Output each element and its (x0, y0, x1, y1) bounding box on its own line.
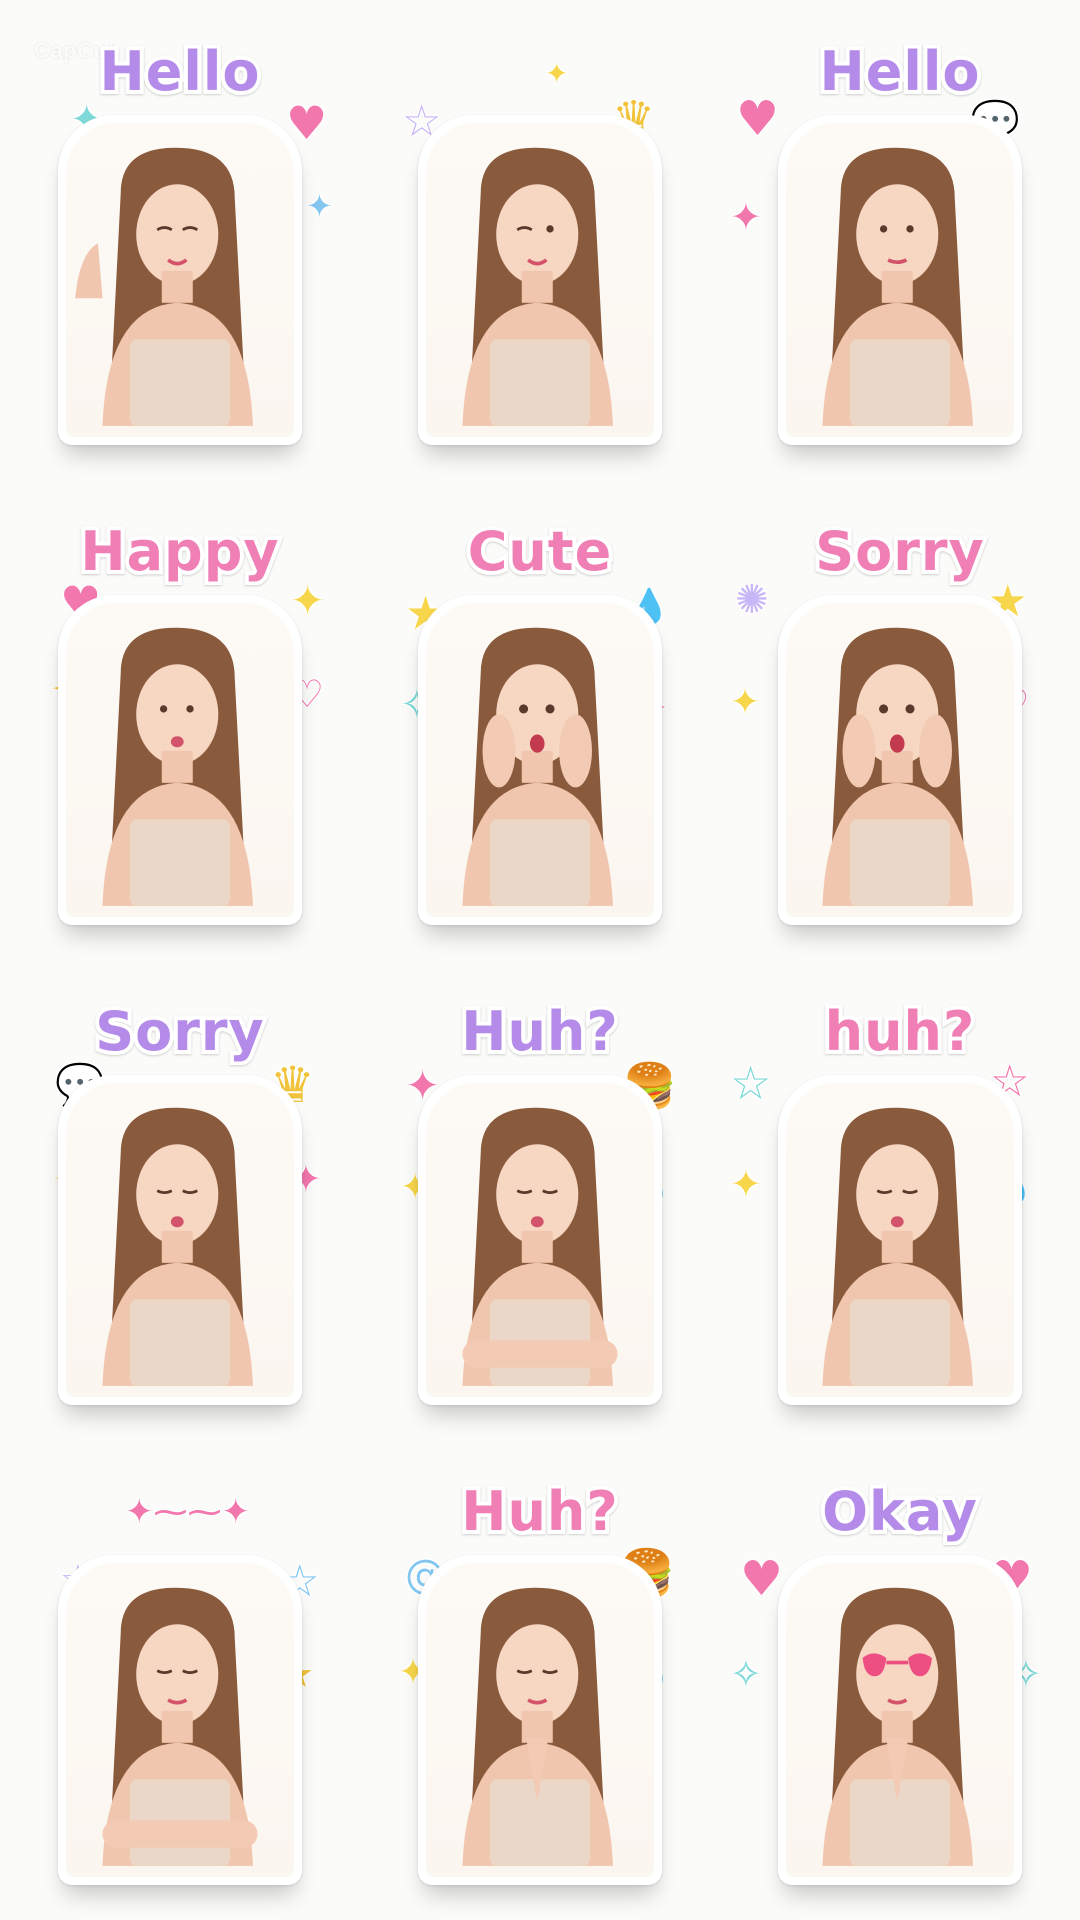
girl-portrait (462, 1587, 613, 1866)
sparkle-icon: ✧ (730, 1652, 762, 1696)
sticker-cell[interactable]: Sorry ✺ ★ ✦ ♡ (720, 480, 1080, 960)
burst-icon: ✺ (735, 577, 769, 623)
sticker-photo (786, 1083, 1014, 1397)
sticker-caption: Huh? (457, 996, 621, 1067)
sticker-card (58, 595, 302, 925)
girl-portrait (102, 627, 253, 906)
sticker-grid: Hello ✦ ♥ ✦ ☆ ✦ ♛ ✧ (0, 0, 1080, 1920)
sparkle-icon: ✦ (730, 1162, 762, 1206)
girl-portrait (822, 1107, 973, 1386)
sparkle-icon: ✦ (730, 195, 762, 239)
sticker-card (58, 1075, 302, 1405)
sticker-photo (786, 603, 1014, 917)
sticker-cell[interactable]: Hello ✦ ♥ ✦ (0, 0, 360, 480)
girl-portrait (822, 147, 973, 426)
heart-icon: ♥ (740, 1551, 784, 1607)
sticker-photo (66, 603, 294, 917)
sticker-photo (66, 1083, 294, 1397)
sticker-card (778, 595, 1022, 925)
sticker-caption: Okay (818, 1476, 981, 1547)
sticker-card (418, 1555, 662, 1885)
sticker-caption: Huh? (457, 1476, 621, 1547)
girl-portrait (102, 1587, 258, 1866)
sticker-card (778, 115, 1022, 445)
sticker-card (418, 595, 662, 925)
girl-portrait (102, 1107, 253, 1386)
girl-portrait (75, 147, 253, 426)
sparkle-line-icon: ✦⁓⁓✦ (125, 1492, 250, 1532)
sticker-cell[interactable]: Hello ♥ 💬 ✦ ★ (720, 0, 1080, 480)
sticker-caption: huh? (821, 996, 979, 1067)
sticker-caption: Sorry (811, 516, 987, 587)
sparkle-icon: ✦ (306, 187, 333, 225)
star-icon: ☆ (730, 1056, 772, 1110)
sticker-cell[interactable]: ✦⁓⁓✦ ☆ ☆ ★ (0, 1440, 360, 1920)
sticker-card (778, 1075, 1022, 1405)
sticker-cell[interactable]: Sorry 💬 ♛ ✦ ✦ (0, 960, 360, 1440)
sparkle-icon: ✦ (290, 576, 326, 625)
girl-portrait (462, 627, 613, 906)
sticker-caption: Sorry (91, 996, 267, 1067)
sticker-cell[interactable]: Huh? @ 🍔 ✦ 💧 (360, 1440, 720, 1920)
sticker-cell[interactable]: Cute ★ 💧 ✧ ☆ (360, 480, 720, 960)
sparkle-icon: ✦ (545, 57, 569, 90)
girl-portrait (822, 627, 973, 906)
sticker-photo (426, 1083, 654, 1397)
sticker-photo (786, 123, 1014, 437)
sticker-card (778, 1555, 1022, 1885)
sticker-caption: Hello (96, 36, 264, 107)
sticker-photo (426, 123, 654, 437)
sparkle-icon: ✦ (730, 682, 761, 723)
heart-icon: ♥ (736, 91, 780, 147)
sticker-photo (66, 123, 294, 437)
sticker-caption: Happy (76, 516, 282, 587)
sticker-card (58, 1555, 302, 1885)
sticker-photo (426, 1563, 654, 1877)
sticker-card (58, 115, 302, 445)
sticker-cell[interactable]: Happy ♥ ✦ ✦ ♡ (0, 480, 360, 960)
sticker-cell[interactable]: Huh? ✦ 🍔 ✦ 💧 (360, 960, 720, 1440)
sticker-cell[interactable]: ☆ ✦ ♛ ✧ (360, 0, 720, 480)
girl-portrait (462, 1107, 618, 1386)
girl-portrait (822, 1587, 973, 1866)
girl-portrait (462, 147, 613, 426)
sticker-card (418, 1075, 662, 1405)
sticker-caption: Cute (464, 516, 616, 587)
sticker-photo (786, 1563, 1014, 1877)
sticker-card (418, 115, 662, 445)
sticker-cell[interactable]: huh? ☆ ☆ ✦ 💧 (720, 960, 1080, 1440)
sticker-photo (66, 1563, 294, 1877)
sticker-photo (426, 603, 654, 917)
sticker-cell[interactable]: Okay ♥ ♥ ✧ ✧ (720, 1440, 1080, 1920)
